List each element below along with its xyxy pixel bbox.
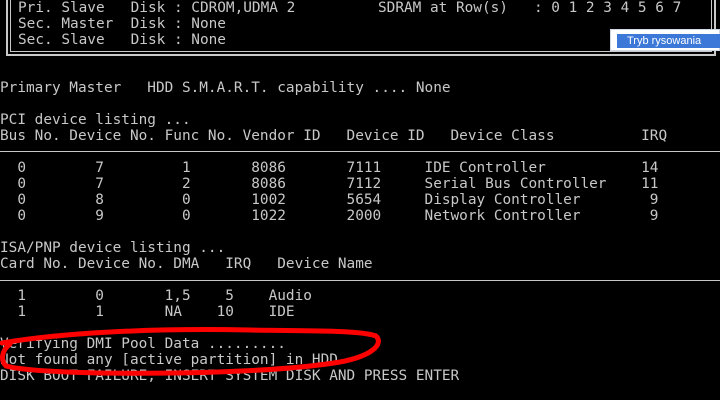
red-circle-annotation: [0, 327, 381, 376]
